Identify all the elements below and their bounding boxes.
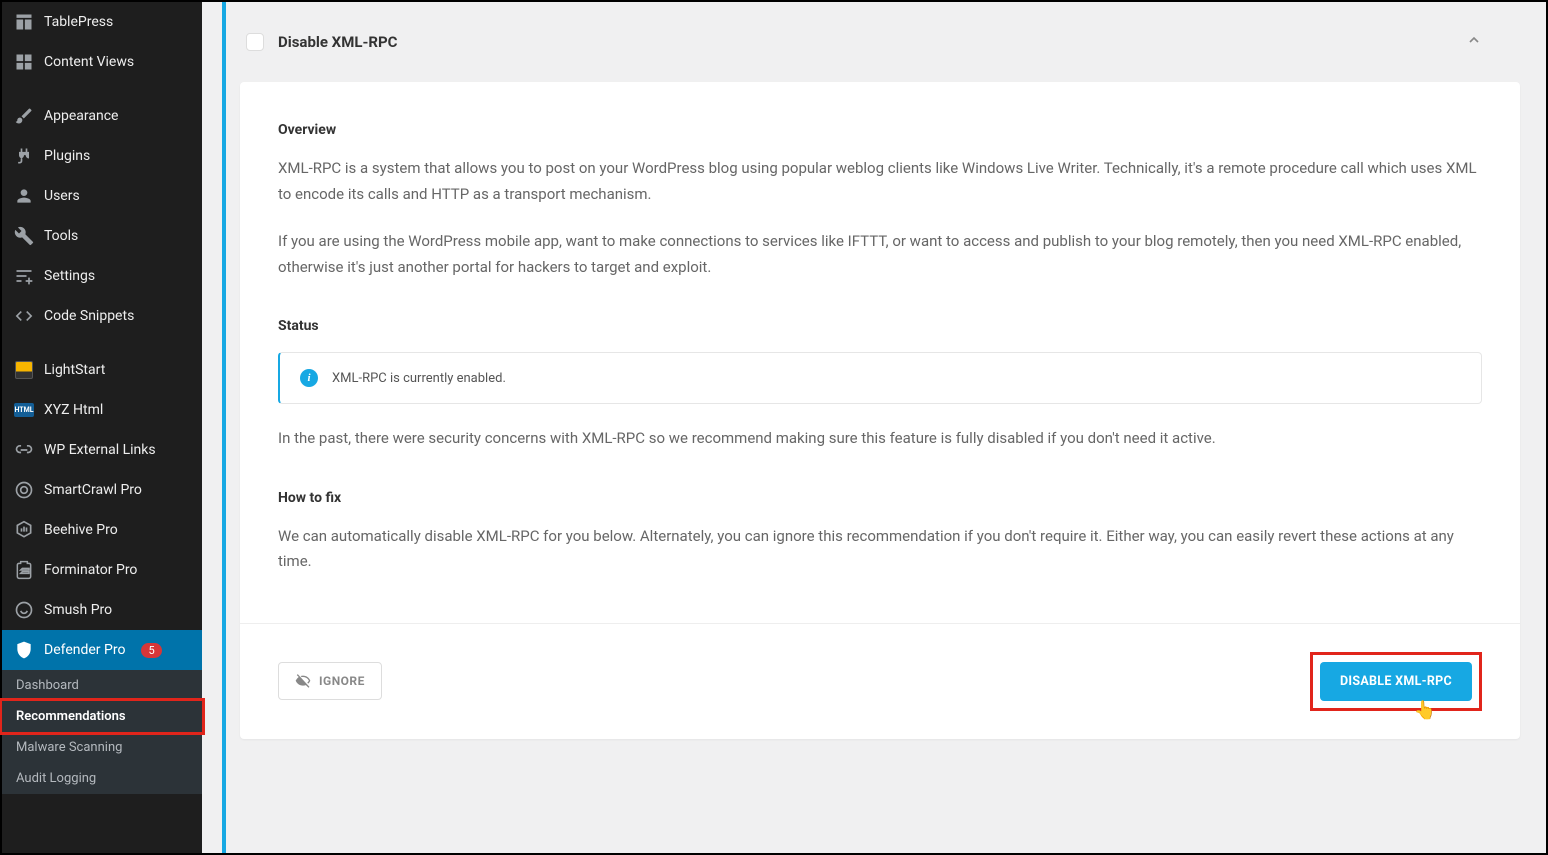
sidebar-label: Smush Pro: [44, 602, 112, 618]
sidebar-item-tablepress[interactable]: TablePress: [2, 2, 202, 42]
sliders-icon: [14, 266, 34, 286]
sidebar-label: Users: [44, 188, 80, 204]
info-icon: i: [300, 369, 318, 387]
sidebar-item-beehive[interactable]: Beehive Pro: [2, 510, 202, 550]
ignore-label: IGNORE: [319, 674, 365, 688]
overview-text-2: If you are using the WordPress mobile ap…: [278, 229, 1482, 280]
ignore-button[interactable]: IGNORE: [278, 662, 382, 700]
submenu-audit[interactable]: Audit Logging: [2, 763, 202, 794]
eye-off-icon: [295, 673, 311, 689]
sidebar-item-smartcrawl[interactable]: SmartCrawl Pro: [2, 470, 202, 510]
sidebar-item-wpexternallinks[interactable]: WP External Links: [2, 430, 202, 470]
sidebar-label: LightStart: [44, 362, 105, 378]
target-icon: [14, 480, 34, 500]
recommendation-header[interactable]: Disable XML-RPC: [226, 2, 1520, 82]
sidebar-item-settings[interactable]: Settings: [2, 256, 202, 296]
sidebar-item-xyzhtml[interactable]: HTML XYZ Html: [2, 390, 202, 430]
admin-sidebar: TablePress Content Views Appearance Plug…: [2, 2, 202, 853]
beehive-icon: [14, 520, 34, 540]
status-notice: i XML-RPC is currently enabled.: [278, 352, 1482, 404]
main-content: Disable XML-RPC Overview XML-RPC is a sy…: [202, 2, 1546, 853]
primary-action-highlight: DISABLE XML-RPC 👆: [1310, 652, 1482, 711]
html-icon: HTML: [14, 400, 34, 420]
notification-badge: 5: [141, 643, 161, 658]
recommendation-title: Disable XML-RPC: [278, 33, 1452, 51]
table-icon: [14, 12, 34, 32]
sidebar-label: SmartCrawl Pro: [44, 482, 142, 498]
sidebar-label: XYZ Html: [44, 402, 103, 418]
overview-section: Overview XML-RPC is a system that allows…: [278, 122, 1482, 280]
defender-submenu: Dashboard Recommendations Malware Scanni…: [2, 670, 202, 794]
sidebar-label: Appearance: [44, 108, 118, 124]
sidebar-label: TablePress: [44, 14, 113, 30]
sidebar-label: WP External Links: [44, 442, 156, 458]
sidebar-item-smush[interactable]: Smush Pro: [2, 590, 202, 630]
sidebar-item-contentviews[interactable]: Content Views: [2, 42, 202, 82]
sidebar-label: Settings: [44, 268, 95, 284]
brush-icon: [14, 106, 34, 126]
howtofix-heading: How to fix: [278, 490, 1482, 506]
sidebar-label: Defender Pro: [44, 642, 125, 658]
overview-heading: Overview: [278, 122, 1482, 138]
sidebar-item-forminator[interactable]: Forminator Pro: [2, 550, 202, 590]
lightstart-icon: [14, 360, 34, 380]
code-icon: [14, 306, 34, 326]
status-section: Status i XML-RPC is currently enabled. I…: [278, 318, 1482, 452]
howtofix-section: How to fix We can automatically disable …: [278, 490, 1482, 575]
chevron-up-icon[interactable]: [1466, 32, 1482, 52]
status-note: In the past, there were security concern…: [278, 426, 1482, 452]
sidebar-item-lightstart[interactable]: LightStart: [2, 350, 202, 390]
sidebar-item-appearance[interactable]: Appearance: [2, 96, 202, 136]
overview-text-1: XML-RPC is a system that allows you to p…: [278, 156, 1482, 207]
sidebar-label: Forminator Pro: [44, 562, 137, 578]
grid-icon: [14, 52, 34, 72]
sidebar-item-defender[interactable]: Defender Pro 5: [2, 630, 202, 670]
recommendation-panel: Overview XML-RPC is a system that allows…: [240, 82, 1520, 739]
user-icon: [14, 186, 34, 206]
disable-xmlrpc-button[interactable]: DISABLE XML-RPC: [1320, 662, 1472, 701]
sidebar-item-plugins[interactable]: Plugins: [2, 136, 202, 176]
sidebar-label: Content Views: [44, 54, 134, 70]
sidebar-label: Tools: [44, 228, 78, 244]
sidebar-item-users[interactable]: Users: [2, 176, 202, 216]
sidebar-item-tools[interactable]: Tools: [2, 216, 202, 256]
clipboard-icon: [14, 560, 34, 580]
sidebar-label: Code Snippets: [44, 308, 134, 324]
submenu-malware[interactable]: Malware Scanning: [2, 732, 202, 763]
checkbox[interactable]: [246, 33, 264, 51]
shield-icon: [14, 640, 34, 660]
panel-footer: IGNORE DISABLE XML-RPC 👆: [240, 623, 1520, 739]
submenu-recommendations[interactable]: Recommendations: [2, 701, 202, 732]
howtofix-text: We can automatically disable XML-RPC for…: [278, 524, 1482, 575]
plug-icon: [14, 146, 34, 166]
sidebar-item-codesnippets[interactable]: Code Snippets: [2, 296, 202, 336]
sidebar-label: Plugins: [44, 148, 90, 164]
status-notice-text: XML-RPC is currently enabled.: [332, 371, 506, 386]
wrench-icon: [14, 226, 34, 246]
sidebar-label: Beehive Pro: [44, 522, 118, 538]
cursor-pointer-icon: 👆: [1414, 700, 1436, 721]
status-heading: Status: [278, 318, 1482, 334]
link-icon: [14, 440, 34, 460]
submenu-dashboard[interactable]: Dashboard: [2, 670, 202, 701]
smush-icon: [14, 600, 34, 620]
